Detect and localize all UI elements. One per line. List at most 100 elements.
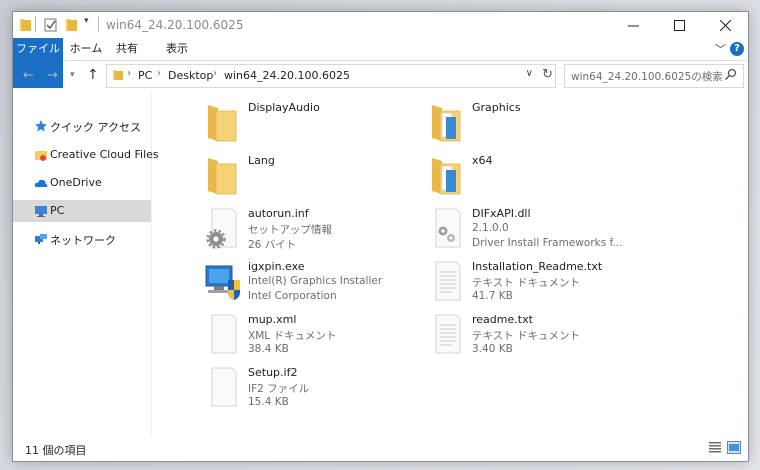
file-name: autorun.inf bbox=[248, 207, 309, 220]
sidebar-item-label: ネットワーク bbox=[50, 234, 116, 247]
sidebar-item-label: クイック アクセス bbox=[50, 121, 141, 134]
file-version: 2.1.0.0 bbox=[472, 222, 509, 234]
file-size: 15.4 KB bbox=[248, 396, 289, 408]
computer-icon bbox=[35, 206, 47, 217]
file-name: Installation_Readme.txt bbox=[472, 260, 603, 273]
file-name: x64 bbox=[472, 154, 493, 167]
close-button[interactable] bbox=[702, 12, 748, 38]
list-item[interactable]: DIFxAPI.dll 2.1.0.0 Driver Install Frame… bbox=[426, 207, 646, 257]
new-folder-icon[interactable] bbox=[64, 17, 78, 33]
file-name: DisplayAudio bbox=[248, 101, 320, 114]
folder-docs-icon bbox=[432, 158, 461, 195]
back-button[interactable]: ← bbox=[23, 68, 34, 83]
star-icon bbox=[35, 120, 47, 132]
details-view-icon[interactable] bbox=[708, 441, 722, 454]
blank-file-icon bbox=[211, 314, 237, 354]
folder-icon bbox=[208, 105, 237, 142]
folder-icon bbox=[208, 158, 237, 195]
large-icons-view-icon[interactable] bbox=[727, 441, 741, 454]
ribbon-tabs: ファイル ホーム 共有 表示 ﹀ ? bbox=[13, 38, 748, 88]
file-size: 3.40 KB bbox=[472, 343, 513, 355]
file-type: XML ドキュメント bbox=[248, 330, 337, 342]
breadcrumb-desktop[interactable]: Desktop bbox=[168, 69, 213, 82]
list-item[interactable]: Setup.if2 IF2 ファイル 15.4 KB bbox=[202, 366, 422, 416]
list-item[interactable]: Graphics bbox=[426, 101, 646, 151]
file-size: 41.7 KB bbox=[472, 290, 513, 302]
breadcrumb-separator-icon[interactable]: › bbox=[157, 68, 161, 79]
network-icon bbox=[35, 234, 47, 244]
file-size: 38.4 KB bbox=[248, 343, 289, 355]
blank-file-icon bbox=[211, 367, 237, 407]
sidebar-item-label: OneDrive bbox=[50, 176, 102, 189]
file-company: Intel Corporation bbox=[248, 290, 337, 302]
sidebar-item-network[interactable]: ネットワーク bbox=[13, 228, 151, 250]
address-bar[interactable]: › PC › Desktop › win64_24.20.100.6025 ∨ … bbox=[106, 64, 556, 88]
navigation-bar: ← → ▾ ↑ › PC › Desktop › win64_24.20.100… bbox=[13, 61, 748, 91]
tab-share[interactable]: 共有 bbox=[113, 38, 141, 60]
window-title: win64_24.20.100.6025 bbox=[106, 18, 244, 32]
file-name: igxpin.exe bbox=[248, 260, 305, 273]
forward-button[interactable]: → bbox=[47, 68, 58, 83]
list-item[interactable]: DisplayAudio bbox=[202, 101, 422, 151]
list-item[interactable]: autorun.inf セットアップ情報 26 バイト bbox=[202, 207, 422, 257]
up-button[interactable]: ↑ bbox=[87, 67, 99, 83]
refresh-icon[interactable]: ↻ bbox=[542, 67, 553, 82]
text-file-icon bbox=[435, 314, 461, 354]
breadcrumb-separator-icon[interactable]: › bbox=[127, 68, 131, 79]
folder-icon bbox=[20, 19, 31, 31]
search-icon[interactable] bbox=[724, 68, 737, 81]
cloud-icon bbox=[34, 179, 48, 187]
file-type: テキスト ドキュメント bbox=[472, 277, 581, 289]
list-item[interactable]: Lang bbox=[202, 154, 422, 204]
list-item[interactable]: mup.xml XML ドキュメント 38.4 KB bbox=[202, 313, 422, 363]
help-button[interactable]: ? bbox=[730, 42, 744, 56]
sidebar-item-label: PC bbox=[50, 204, 65, 217]
sidebar-item-quick-access[interactable]: クイック アクセス bbox=[13, 115, 151, 137]
maximize-button[interactable] bbox=[656, 12, 702, 38]
address-history-icon[interactable]: ∨ bbox=[526, 68, 533, 79]
list-item[interactable]: x64 bbox=[426, 154, 646, 204]
tab-view[interactable]: 表示 bbox=[161, 38, 193, 60]
properties-icon[interactable] bbox=[43, 17, 59, 33]
folder-docs-icon bbox=[432, 105, 461, 142]
list-item[interactable]: readme.txt テキスト ドキュメント 3.40 KB bbox=[426, 313, 646, 363]
file-type: セットアップ情報 bbox=[248, 224, 332, 236]
breadcrumb-current-folder[interactable]: win64_24.20.100.6025 bbox=[224, 69, 350, 82]
sidebar-item-onedrive[interactable]: OneDrive bbox=[13, 172, 151, 194]
file-type: テキスト ドキュメント bbox=[472, 330, 581, 342]
search-input[interactable]: win64_24.20.100.6025の検索 bbox=[564, 64, 744, 88]
divider bbox=[98, 16, 99, 32]
breadcrumb-separator-icon[interactable]: › bbox=[213, 68, 217, 79]
sidebar-item-pc[interactable]: PC bbox=[13, 200, 151, 222]
file-list: DisplayAudio Graphics Lang x64 autorun.i… bbox=[152, 91, 748, 436]
file-size: 26 バイト bbox=[248, 239, 297, 251]
minimize-button[interactable] bbox=[610, 12, 656, 38]
installer-exe-icon bbox=[205, 265, 240, 300]
expand-ribbon-icon[interactable]: ﹀ bbox=[715, 41, 726, 57]
recent-locations-icon[interactable]: ▾ bbox=[70, 70, 75, 80]
breadcrumb-pc[interactable]: PC bbox=[138, 69, 152, 82]
file-name: Lang bbox=[248, 154, 275, 167]
file-name: Setup.if2 bbox=[248, 366, 298, 379]
file-name: DIFxAPI.dll bbox=[472, 207, 531, 220]
navigation-pane: クイック アクセス Creative Cloud Files OneDrive … bbox=[13, 91, 159, 436]
folder-icon bbox=[113, 70, 123, 80]
divider bbox=[35, 16, 36, 32]
file-description: Driver Install Frameworks f... bbox=[472, 237, 623, 249]
file-name: readme.txt bbox=[472, 313, 533, 326]
minimize-icon bbox=[627, 25, 639, 26]
file-description: Intel(R) Graphics Installer bbox=[248, 275, 383, 287]
title-bar: ▾ win64_24.20.100.6025 bbox=[13, 12, 748, 38]
file-name: mup.xml bbox=[248, 313, 297, 326]
tab-home[interactable]: ホーム bbox=[69, 38, 103, 60]
customize-quick-access-icon[interactable]: ▾ bbox=[84, 16, 89, 32]
sidebar-item-creative-cloud-files[interactable]: Creative Cloud Files bbox=[13, 144, 159, 166]
file-type: IF2 ファイル bbox=[248, 383, 310, 395]
file-name: Graphics bbox=[472, 101, 521, 114]
item-count: 11 個の項目 bbox=[25, 444, 87, 457]
list-item[interactable]: Installation_Readme.txt テキスト ドキュメント 41.7… bbox=[426, 260, 646, 310]
sidebar-item-label: Creative Cloud Files bbox=[50, 148, 159, 161]
close-icon bbox=[719, 19, 731, 31]
list-item[interactable]: igxpin.exe Intel(R) Graphics Installer I… bbox=[202, 260, 422, 310]
search-placeholder: win64_24.20.100.6025の検索 bbox=[571, 71, 723, 83]
